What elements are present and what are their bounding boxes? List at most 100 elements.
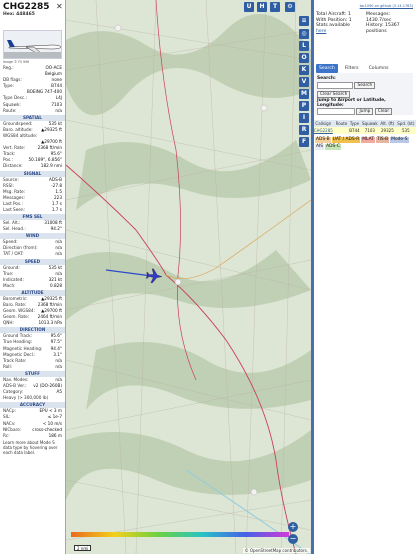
field-label: Mach: [3, 282, 16, 288]
messages-rate: Messages: 1430.7/sec [366, 12, 392, 23]
zoom-out-button[interactable]: − [288, 534, 298, 544]
source-badge: MLAT [361, 137, 375, 143]
toggle-m-button[interactable]: M [299, 89, 309, 99]
selected-aircraft-panel: CHG2285 Hex: 448465 ✕ Image © FS 996 Reg… [0, 0, 66, 554]
detail-sections: SPATIAL Groundspeed: 535 kt Baro. altitude:… [0, 114, 65, 439]
selected-hex: Hex: 448465 [3, 12, 35, 17]
detail-row: Heavy (> 300,000 lb) [0, 395, 65, 401]
source-badge: Mode-S [390, 137, 409, 143]
layers-icon[interactable]: ≡ [299, 16, 309, 26]
source-legend: ADS-B UAT / ADS-R MLAT TIS-B Mode-S AIS ADS-C [312, 134, 416, 152]
toggle-r-button[interactable]: R [299, 125, 309, 135]
column-header[interactable]: Route [334, 120, 349, 127]
field-label: Distance: [3, 163, 23, 169]
toggle-v-button[interactable]: V [299, 77, 309, 87]
column-header[interactable]: Type [348, 120, 361, 127]
toggle-h-button[interactable]: H [257, 2, 267, 12]
panel-resize-handle[interactable] [311, 0, 314, 554]
field-label: QNH: [3, 320, 14, 326]
map-canvas[interactable] [66, 0, 311, 554]
stats-here-link[interactable]: here [316, 29, 366, 35]
aircraft-photo[interactable] [3, 30, 62, 59]
field-label: Reg.: [3, 65, 14, 70]
mode-s-info: Learn more about Mode S data type by hov… [3, 439, 58, 455]
detail-row: Mach: 0.828 [0, 283, 65, 289]
selected-callsign[interactable]: CHG2285 [3, 2, 62, 12]
field-value: 1013.3 hPa [38, 320, 62, 326]
table-cell: CHG2285 [312, 127, 335, 134]
tab-filters[interactable]: Filters [342, 64, 362, 73]
column-header[interactable]: Spd. (kt) [395, 120, 416, 127]
detail-row: Roll: n/a [0, 364, 65, 370]
field-value: 186 m [48, 432, 62, 438]
field-label: Last Seen: [3, 206, 25, 212]
close-icon[interactable]: ✕ [56, 2, 63, 11]
toggle-p-button[interactable]: P [299, 101, 309, 111]
detail-row: TAT / OAT: n/a [0, 251, 65, 257]
aircraft-photo-image [4, 31, 61, 58]
toggle-l-button[interactable]: L [299, 41, 309, 51]
table-header: Callsign Route Type Squawk Alt. (ft) Spd. (kt… [312, 120, 416, 127]
field-value: 1.7 s [51, 206, 62, 212]
table-cell: 7103 [360, 127, 380, 134]
zoom-in-button[interactable]: + [288, 522, 298, 532]
search-panel: Search: Search Clear Search Jump to Airp… [315, 73, 413, 116]
toggle-k-button[interactable]: K [299, 65, 309, 75]
toggle-o-button[interactable]: O [299, 53, 309, 63]
table-cell: 535 [395, 127, 416, 134]
field-label: Type: [3, 83, 15, 89]
search-input[interactable] [317, 82, 353, 89]
field-value: n/a [55, 107, 62, 113]
source-badge: ADS-B [315, 137, 331, 143]
column-header[interactable]: Alt. (ft) [379, 120, 396, 127]
aircraft-field: Route: n/a [0, 108, 65, 114]
field-value: 182.9 nmi [40, 163, 62, 169]
field-label: Rc: [3, 432, 10, 438]
table-row[interactable]: CHG2285 B744 7103 29325 535 [312, 127, 416, 134]
search-button[interactable]: Search [354, 82, 376, 89]
clear-search-button[interactable]: Clear Search [317, 91, 351, 98]
toggle-f-button[interactable]: F [299, 137, 309, 147]
toggle-i-button[interactable]: I [299, 113, 309, 123]
table-body: CHG2285 B744 7103 29325 535 [312, 127, 416, 134]
source-badge: ADS-C [325, 144, 341, 150]
field-label: Route: [3, 107, 17, 113]
table-cell: 29325 [379, 127, 396, 134]
stats-block: Total Aircraft: 1 With Position: 1 Stats… [312, 12, 416, 52]
field-label: WGS84 altitude: [3, 132, 38, 138]
map-view[interactable]: U H T ⚙ ≡ ◎ L O K V M P I R F + − 2 nmi … [66, 0, 311, 554]
source-badge: UAT / ADS-R [331, 137, 361, 143]
jump-label: Jump to Airport or Latitude, Longitude: [317, 98, 386, 108]
github-link[interactable]: tar1090 on github (3.14.1763) [312, 0, 416, 12]
settings-icon[interactable]: ⚙ [285, 2, 295, 12]
toggle-t-button[interactable]: T [270, 2, 280, 12]
source-badge: TIS-B [375, 137, 390, 143]
aircraft-list-panel: tar1090 on github (3.14.1763) Total Airc… [311, 0, 416, 554]
tab-columns[interactable]: Columns [366, 64, 392, 73]
panel-tabs: Search Filters Columns [316, 64, 412, 73]
detail-row: Distance: 182.9 nmi [0, 163, 65, 169]
source-badge: AIS [315, 144, 325, 150]
field-label: Heavy (> 300,000 lb) [3, 395, 49, 401]
tar1090-app: CHG2285 Hex: 448465 ✕ Image © FS 996 Reg… [0, 0, 416, 554]
field-value: n/a [55, 251, 62, 257]
detail-row: QNH: 1013.3 hPa [0, 320, 65, 326]
aircraft-fields: Reg.: OO-ACE Belgium DB flags: none Type: B744… [0, 65, 65, 114]
table-cell [334, 127, 349, 134]
column-header[interactable]: Squawk [360, 120, 380, 127]
detail-row: Last Seen: 1.7 s [0, 207, 65, 213]
map-attribution[interactable]: © OpenStreetMap contributors. [242, 548, 310, 553]
field-value: 94.2° [50, 226, 62, 232]
search-label: Search: [317, 76, 336, 81]
reset-view-icon[interactable]: ◎ [299, 29, 309, 39]
field-value: 0.828 [50, 282, 62, 288]
detail-row: Sel. Head.: 94.2° [0, 226, 65, 232]
column-header[interactable]: Callsign [312, 120, 335, 127]
toggle-u-button[interactable]: U [244, 2, 254, 12]
tab-search[interactable]: Search [316, 64, 338, 73]
jump-button[interactable]: Jump [356, 108, 374, 116]
history-count: History: 15367 positions [366, 23, 400, 34]
jump-input[interactable] [317, 108, 355, 116]
map-scale: 2 nmi [74, 545, 92, 551]
clear-jump-button[interactable]: Clear [374, 108, 393, 116]
